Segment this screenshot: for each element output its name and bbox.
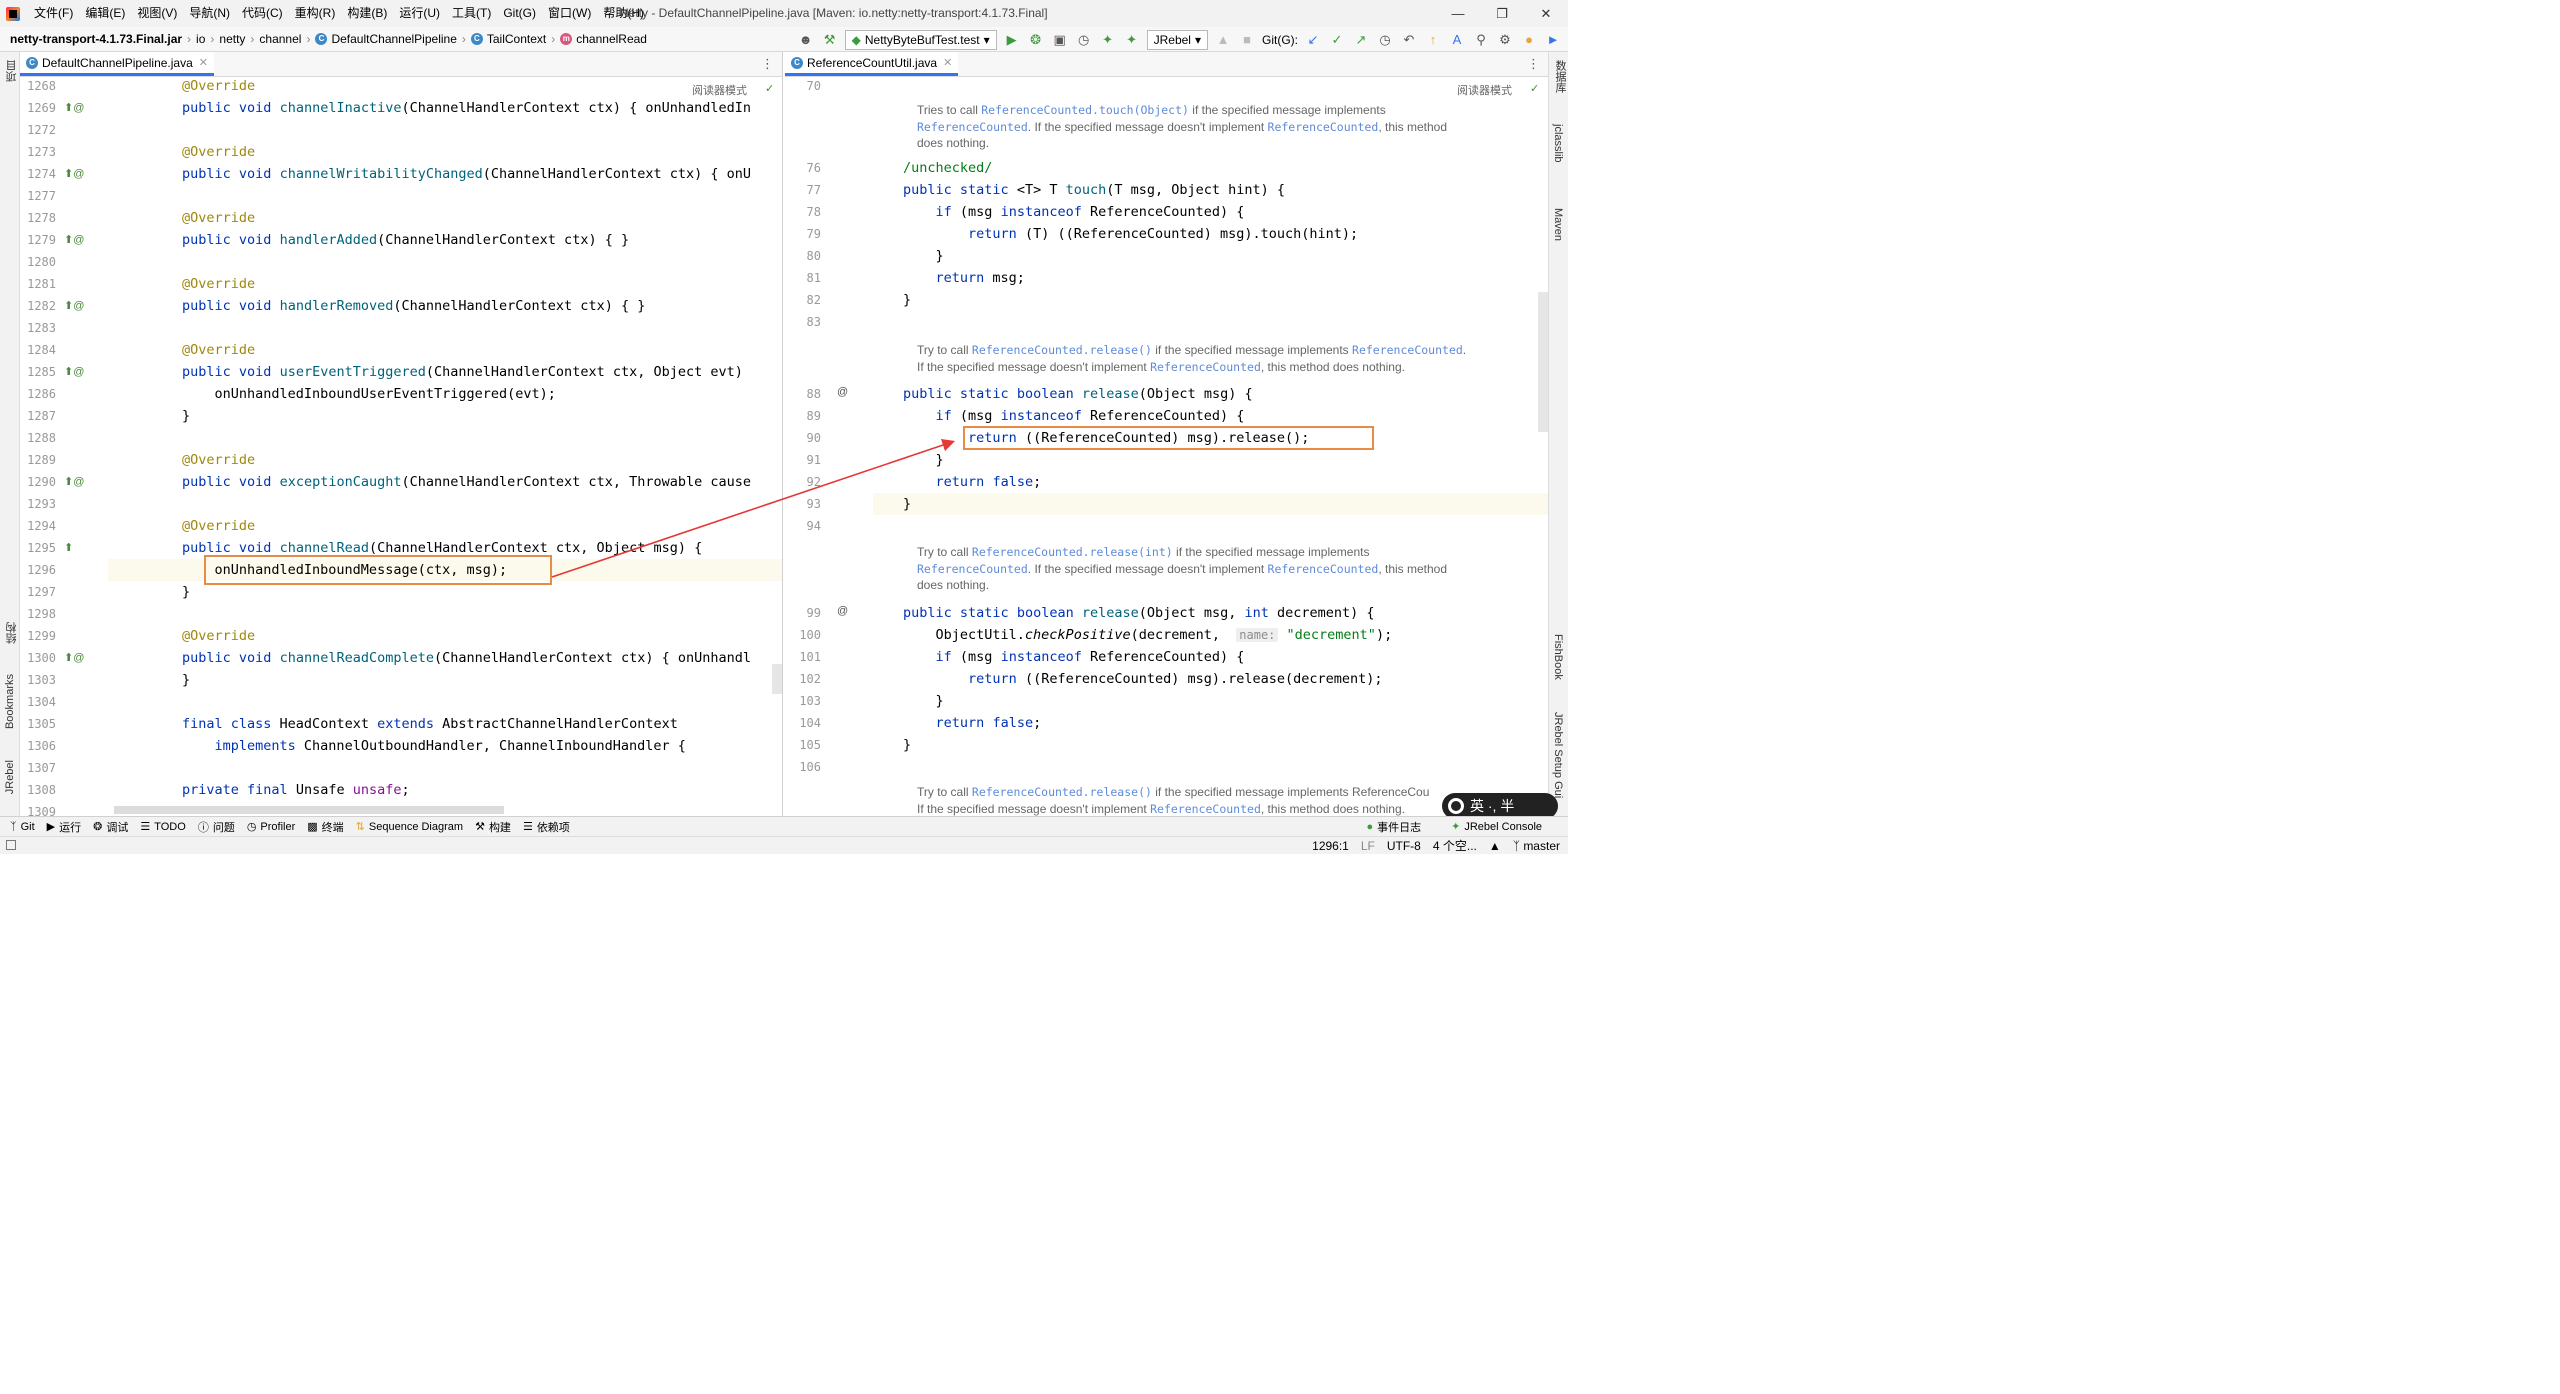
debug-tool[interactable]: ❂ 调试: [87, 819, 134, 835]
ime-ring-icon: [1448, 798, 1464, 814]
lock-icon[interactable]: ▲: [1489, 837, 1501, 855]
jrebel-console-label: JRebel Console: [1464, 820, 1542, 833]
indent-setting[interactable]: 4 个空...: [1433, 837, 1477, 855]
git-branch-icon: ᛉ: [10, 820, 17, 833]
tool-window-bar: ᛉ Git ▶ 运行 ❂ 调试 ☰ TODO ⓘ 问题 ◷ Profiler ▩ 终端 ⇅ Se…: [0, 816, 1568, 836]
list-icon: ☰: [140, 821, 151, 833]
bug-icon: ❂: [93, 821, 103, 833]
build-tool[interactable]: ⚒ 构建: [469, 819, 517, 835]
todo-tool-label: TODO: [154, 820, 186, 833]
branch-icon: ᛉ: [1512, 839, 1520, 853]
run-icon: ▶: [46, 821, 56, 833]
profiler-tool[interactable]: ◷ Profiler: [241, 820, 301, 834]
event-log-tool[interactable]: ● 事件日志: [1360, 819, 1427, 835]
info-icon: ⓘ: [197, 821, 209, 834]
layers-icon: ☰: [522, 821, 533, 833]
branch-label: master: [1523, 839, 1560, 853]
caret-position[interactable]: 1296:1: [1312, 837, 1349, 855]
git-branch-widget[interactable]: ᛉ master: [1513, 837, 1560, 855]
terminal-icon: ▩: [307, 821, 318, 833]
jrebel-console-tool[interactable]: ✦ JRebel Console: [1445, 819, 1548, 835]
status-widgets: 1296:1 LF UTF-8 4 个空... ▲ ᛉ master: [1312, 837, 1560, 855]
dependencies-tool-label: 依赖项: [536, 821, 570, 834]
ime-label: 英 ·, 半: [1470, 798, 1515, 814]
problems-tool[interactable]: ⓘ 问题: [192, 819, 241, 835]
todo-tool[interactable]: ☰ TODO: [134, 820, 191, 834]
run-tool-label: 运行: [59, 821, 82, 834]
tool-window-bar-right: ● 事件日志 ✦ JRebel Console: [1360, 819, 1548, 835]
line-separator[interactable]: LF: [1361, 837, 1375, 855]
profiler-tool-label: Profiler: [260, 820, 296, 833]
git-tool[interactable]: ᛉ Git: [0, 821, 41, 833]
sequence-icon: ⇅: [355, 821, 365, 833]
sequence-tool-label: Sequence Diagram: [368, 820, 464, 833]
sequence-diagram-tool[interactable]: ⇅ Sequence Diagram: [350, 820, 469, 834]
status-bar: 1296:1 LF UTF-8 4 个空... ▲ ᛉ master: [0, 836, 1568, 854]
hammer-icon: ⚒: [475, 821, 485, 833]
dependencies-tool[interactable]: ☰ 依赖项: [517, 819, 576, 835]
event-log-label: 事件日志: [1377, 821, 1422, 834]
event-log-icon: ●: [1366, 820, 1374, 833]
debug-tool-label: 调试: [106, 821, 129, 834]
ide-window: 文件(F) 编辑(E) 视图(V) 导航(N) 代码(C) 重构(R) 构建(B…: [0, 0, 1568, 854]
git-tool-label: Git: [20, 820, 35, 833]
run-tool[interactable]: ▶ 运行: [41, 819, 87, 835]
profiler-icon: ◷: [246, 821, 257, 833]
terminal-tool[interactable]: ▩ 终端: [301, 819, 349, 835]
layout-toggle-icon[interactable]: [6, 840, 16, 850]
terminal-tool-label: 终端: [321, 821, 344, 834]
jrebel-icon: ✦: [1451, 821, 1461, 833]
annotation-arrow: [551, 439, 956, 578]
build-tool-label: 构建: [488, 821, 511, 834]
problems-tool-label: 问题: [212, 821, 235, 834]
file-encoding[interactable]: UTF-8: [1387, 837, 1421, 855]
